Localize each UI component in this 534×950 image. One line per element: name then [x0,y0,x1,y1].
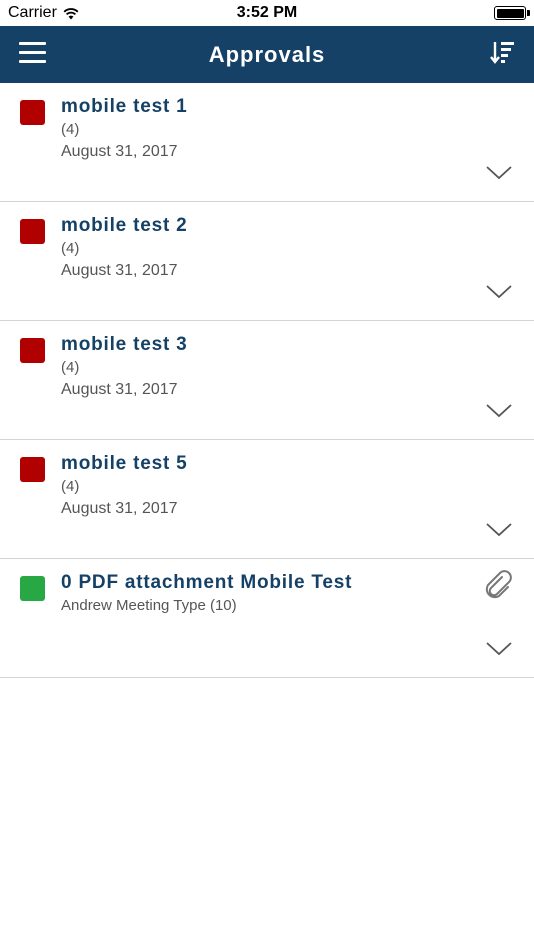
hamburger-menu-icon[interactable] [19,42,49,66]
battery-icon [494,6,526,20]
list-item[interactable]: 0 PDF attachment Mobile Test Andrew Meet… [0,559,534,678]
item-title: mobile test 1 [61,96,188,117]
status-indicator [20,457,45,482]
list-item[interactable]: mobile test 1 (4) August 31, 2017 [0,83,534,202]
sort-icon[interactable] [490,40,516,66]
list-item[interactable]: mobile test 3 (4) August 31, 2017 [0,321,534,440]
chevron-down-icon[interactable] [486,641,512,657]
item-subtitle: (4) [61,359,80,376]
item-title: mobile test 3 [61,334,188,355]
approvals-list: mobile test 1 (4) August 31, 2017 mobile… [0,83,534,678]
item-date: August 31, 2017 [61,381,178,398]
status-indicator [20,338,45,363]
list-item[interactable]: mobile test 5 (4) August 31, 2017 [0,440,534,559]
item-subtitle: (4) [61,121,80,138]
item-title: 0 PDF attachment Mobile Test [61,572,353,593]
navigation-bar: Approvals [0,26,534,83]
chevron-down-icon[interactable] [486,165,512,181]
item-title: mobile test 5 [61,453,188,474]
chevron-down-icon[interactable] [486,284,512,300]
item-subtitle: (4) [61,240,80,257]
item-subtitle: Andrew Meeting Type (10) [61,597,237,614]
list-item[interactable]: mobile test 2 (4) August 31, 2017 [0,202,534,321]
status-indicator [20,576,45,601]
item-title: mobile test 2 [61,215,188,236]
status-indicator [20,100,45,125]
chevron-down-icon[interactable] [486,522,512,538]
status-bar: Carrier 3:52 PM [0,0,534,26]
battery-tip [527,10,530,16]
chevron-down-icon[interactable] [486,403,512,419]
page-title: Approvals [208,42,326,67]
item-subtitle: (4) [61,478,80,495]
status-indicator [20,219,45,244]
item-date: August 31, 2017 [61,262,178,279]
item-date: August 31, 2017 [61,500,178,517]
item-date: August 31, 2017 [61,143,178,160]
clock: 3:52 PM [236,4,298,21]
paperclip-icon[interactable] [482,569,516,603]
